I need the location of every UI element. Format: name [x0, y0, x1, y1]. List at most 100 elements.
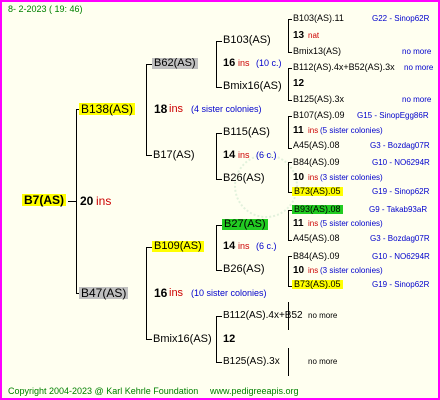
connector [288, 256, 292, 257]
g4-info: G15 - SinopEgg86R [357, 111, 429, 120]
b47-sister-note: (10 sister colonies) [191, 288, 267, 298]
g4-name: B73(AS).05 [292, 186, 343, 196]
connector [216, 362, 222, 363]
g4-name: B103(AS).11 [293, 13, 344, 23]
g4-name: B84(AS).09 [293, 157, 340, 167]
g4-info: G22 - Sinop62R [372, 14, 430, 23]
connector [288, 162, 292, 163]
connector [216, 179, 222, 180]
bmix16-ins-number: 12 [223, 333, 236, 345]
queen-b17: B17(AS) [153, 149, 195, 161]
g4-name: B73(AS).05 [292, 279, 343, 289]
connector [288, 68, 289, 100]
connector [288, 162, 289, 192]
queen-b7: B7(AS) [22, 193, 67, 207]
connector [146, 339, 152, 340]
b109-ins-number: 14 [223, 240, 236, 252]
b17-ins-word: ins [238, 150, 250, 160]
g4-info: G9 - Takab93aR [369, 205, 428, 214]
g4-name: 12 [293, 78, 305, 89]
g4-name: 10 [293, 172, 305, 183]
g4-name: B112(AS).4x+B52(AS).3x [293, 62, 395, 72]
connector [288, 68, 292, 69]
g4-name: B107(AS).09 [293, 110, 345, 120]
g4-info: G3 - Bozdag07R [370, 141, 430, 150]
g4-note: (5 sister colonies) [320, 219, 383, 228]
b103-sister-note: (10 c.) [256, 58, 282, 68]
b47-ins-word: ins [169, 287, 184, 299]
connector [216, 316, 222, 317]
queen-bmix16: Bmix16(AS) [153, 333, 212, 345]
connector [288, 240, 292, 241]
root-ins-number: 20 [80, 194, 94, 208]
connector [288, 348, 289, 376]
connector [216, 87, 222, 88]
connector [288, 100, 292, 101]
b103-ins-word: ins [238, 58, 250, 68]
b138-ins-word: ins [169, 103, 184, 115]
g4-name: 11 [293, 218, 304, 229]
b17-sister-note: (6 c.) [256, 150, 277, 160]
g4-ins: ins [308, 266, 319, 275]
queen-b26b: B26(AS) [223, 263, 265, 275]
g4-ins: ins [308, 173, 319, 182]
b125-no-more: no more [308, 357, 338, 366]
g4-info: no more [402, 95, 432, 104]
g4-name: B84(AS).09 [293, 251, 340, 261]
g4-name: 13 [293, 30, 305, 41]
connector [68, 201, 76, 202]
footer-copyright: Copyright 2004-2023 @ Karl Kehrle Founda… [8, 386, 199, 396]
connector [288, 19, 292, 20]
queen-b26a: B26(AS) [223, 172, 265, 184]
connector [288, 256, 289, 286]
connector [216, 316, 217, 362]
b112-no-more: no more [308, 311, 338, 320]
b138-sister-note: (4 sister colonies) [191, 104, 262, 114]
queen-b27: B27(AS) [222, 218, 268, 230]
g4-info: no more [404, 63, 434, 72]
g4-info: no more [402, 47, 432, 56]
queen-bmix16b: Bmix16(AS) [223, 80, 282, 92]
g4-name: Bmix13(AS) [293, 46, 342, 56]
header-date: 8- 2-2023 ( 19: 46) [8, 4, 83, 14]
connector [288, 19, 289, 52]
connector [216, 41, 222, 42]
b109-sister-note: (6 c.) [256, 241, 277, 251]
queen-b47: B47(AS) [79, 286, 129, 300]
b138-ins-number: 18 [154, 102, 168, 116]
connector [216, 225, 217, 270]
g4-note: (3 sister colonies) [320, 173, 383, 182]
connector [216, 41, 217, 87]
connector [288, 52, 292, 53]
g4-note: (3 sister colonies) [320, 266, 383, 275]
g4-name: A45(AS).08 [293, 233, 340, 243]
pedigree-chart: 8- 2-2023 ( 19: 46) B7(AS) 20 ins B138(A… [0, 0, 440, 400]
connector [146, 64, 147, 155]
queen-b109: B109(AS) [152, 240, 204, 252]
connector [146, 247, 147, 339]
queen-b138: B138(AS) [79, 102, 136, 116]
g4-info: G10 - NO6294R [372, 252, 430, 261]
connector [76, 109, 77, 293]
footer-site-link[interactable]: www.pedigreeapis.org [210, 387, 299, 396]
connector [146, 155, 152, 156]
connector [216, 133, 217, 179]
g4-ins: ins [308, 219, 319, 228]
b109-ins-word: ins [238, 241, 250, 251]
b103-ins-number: 16 [223, 57, 236, 69]
g4-name: B125(AS).3x [293, 94, 345, 104]
connector [288, 116, 292, 117]
connector [288, 116, 289, 148]
queen-b103: B103(AS) [223, 34, 271, 46]
root-ins-word: ins [96, 194, 112, 208]
queen-b125: B125(AS).3x [223, 356, 280, 367]
connector [216, 270, 222, 271]
g4-info: G10 - NO6294R [372, 158, 430, 167]
queen-b115: B115(AS) [223, 126, 270, 138]
g4-name: 11 [293, 125, 304, 136]
b47-ins-number: 16 [154, 286, 168, 300]
connector [288, 210, 289, 240]
g4-name: A45(AS).08 [293, 140, 340, 150]
g4-info: G19 - Sinop62R [372, 280, 430, 289]
g4-note: (5 sister colonies) [320, 126, 383, 135]
